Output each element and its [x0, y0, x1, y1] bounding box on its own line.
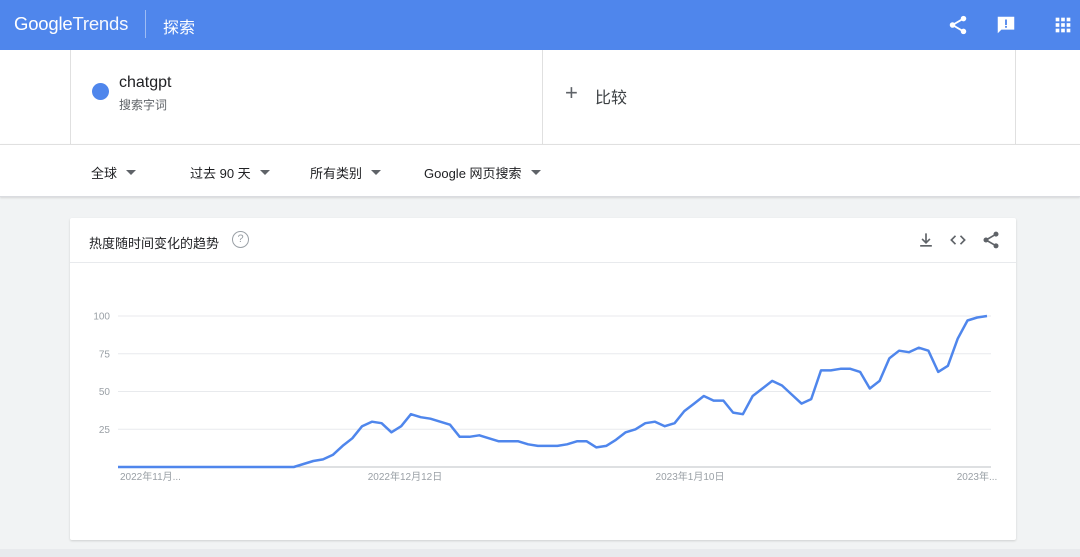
x-tick-label: 2023年...	[957, 470, 998, 483]
region-filter[interactable]: 全球	[91, 163, 137, 182]
x-tick-label: 2023年1月10日	[656, 470, 725, 483]
dropdown-arrow-icon	[126, 170, 137, 175]
time-range-filter[interactable]: 过去 90 天	[190, 163, 270, 182]
google-trends-logo[interactable]: GoogleTrends	[14, 13, 128, 35]
y-tick-label: 100	[93, 312, 110, 323]
page-bottom-strip	[0, 549, 1080, 557]
page-title: 探索	[163, 20, 196, 37]
share-icon[interactable]	[947, 14, 969, 36]
search-term-name[interactable]: chatgpt	[119, 74, 171, 92]
category-filter[interactable]: 所有类别	[310, 163, 382, 182]
top-app-bar: GoogleTrends 探索	[0, 0, 1080, 50]
y-tick-label: 25	[99, 425, 111, 436]
compare-label[interactable]: 比较	[595, 84, 627, 108]
interest-over-time-card: 热度随时间变化的趋势 ? 25 50 75 100 2022年11月... 2022年12…	[70, 218, 1016, 540]
filter-bar: 全球 过去 90 天 所有类别 Google 网页搜索	[0, 144, 1080, 197]
search-type-filter[interactable]: Google 网页搜索	[424, 163, 541, 182]
x-tick-label: 2022年12月12日	[368, 470, 443, 483]
plus-icon: +	[565, 80, 578, 105]
y-tick-label: 75	[99, 349, 111, 360]
apps-grid-icon[interactable]	[1052, 14, 1074, 36]
header-divider	[145, 10, 146, 38]
dropdown-arrow-icon	[371, 170, 382, 175]
dropdown-arrow-icon	[259, 170, 270, 175]
interest-line-chart[interactable]: 25 50 75 100 2022年11月... 2022年12月12日 2023年1月10…	[70, 218, 1016, 540]
add-comparison-card[interactable]: + 比较	[543, 50, 1016, 144]
search-term-type: 搜索字词	[119, 98, 168, 112]
term-color-dot	[92, 83, 109, 100]
dropdown-arrow-icon	[530, 170, 541, 175]
search-term-card[interactable]: chatgpt 搜索字词	[70, 50, 543, 144]
feedback-icon[interactable]	[995, 14, 1017, 36]
x-tick-label: 2022年11月...	[120, 470, 181, 483]
y-tick-label: 50	[99, 387, 111, 398]
